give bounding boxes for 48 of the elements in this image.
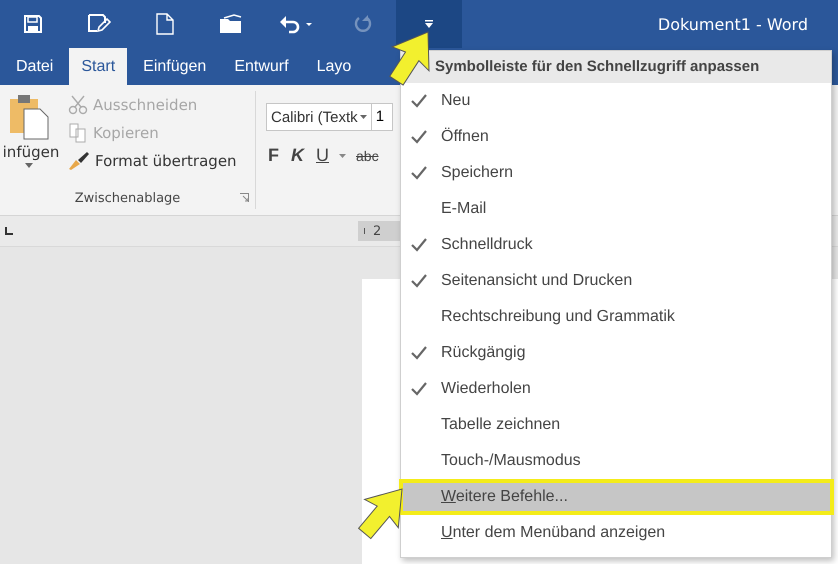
menu-item[interactable]: Weitere Befehle... — [399, 479, 834, 515]
ribbon-tab[interactable]: Layo — [304, 48, 364, 85]
format-button[interactable]: U — [314, 145, 331, 166]
copy-icon — [68, 123, 88, 143]
format-button[interactable]: K — [289, 145, 306, 166]
menu-item[interactable]: E-Mail — [401, 191, 831, 227]
menu-item[interactable]: Seitenansicht und Drucken — [401, 263, 831, 299]
save-icon[interactable] — [23, 14, 43, 34]
menu-item[interactable]: Schnelldruck — [401, 227, 831, 263]
tab-stop-icon[interactable] — [5, 227, 13, 235]
save-edit-icon[interactable] — [87, 13, 111, 35]
menu-item[interactable]: Rückgängig — [401, 335, 831, 371]
menu-header: Symbolleiste für den Schnellzugriff anpassen — [401, 51, 831, 83]
caret-icon — [25, 163, 33, 168]
folder-icon[interactable] — [219, 14, 243, 34]
format-button[interactable]: F — [266, 145, 281, 166]
group-label: Zwischenablage — [74, 190, 180, 206]
undo-icon[interactable] — [279, 14, 315, 34]
menu-item[interactable]: Rechtschreibung und Grammatik — [401, 299, 831, 335]
ribbon-tab[interactable]: Entwurf — [222, 48, 301, 85]
ribbon-tab[interactable]: Start — [69, 48, 128, 85]
paintbrush-icon — [68, 151, 90, 171]
ribbon-tab[interactable]: Einfügen — [131, 48, 218, 85]
pointer-arrow — [358, 488, 403, 540]
dialog-launcher-icon[interactable] — [240, 193, 249, 202]
menu-item[interactable]: Speichern — [401, 155, 831, 191]
menu-item[interactable]: Unter dem Menüband anzeigen — [401, 515, 831, 551]
caret-icon — [360, 115, 367, 119]
paste-button[interactable]: infügen — [0, 91, 68, 187]
scissors-icon — [68, 95, 88, 115]
document-icon[interactable] — [156, 13, 174, 35]
menu-item[interactable]: Neu — [401, 83, 831, 119]
ribbon-command[interactable]: Format übertragen — [68, 151, 237, 171]
window-title: Dokument1 - Word — [658, 14, 808, 34]
font-name-field[interactable]: Calibri (Textk — [266, 103, 372, 131]
menu-item[interactable]: Touch-/Mausmodus — [401, 443, 831, 479]
format-button[interactable]: abc — [354, 148, 381, 164]
caret-icon[interactable] — [339, 154, 346, 158]
font-size-field[interactable]: 1 — [372, 103, 394, 131]
ribbon-tab[interactable]: Datei — [4, 48, 66, 85]
menu-item[interactable]: Öffnen — [401, 119, 831, 155]
pointer-arrow — [389, 31, 430, 86]
dropdown-icon[interactable] — [424, 19, 434, 29]
clipboard-icon — [8, 93, 50, 141]
menu-item[interactable]: Tabelle zeichnen — [401, 407, 831, 443]
ruler-number: 2 — [373, 224, 382, 238]
ruler-tick — [364, 228, 365, 234]
menu-item[interactable]: Wiederholen — [401, 371, 831, 407]
